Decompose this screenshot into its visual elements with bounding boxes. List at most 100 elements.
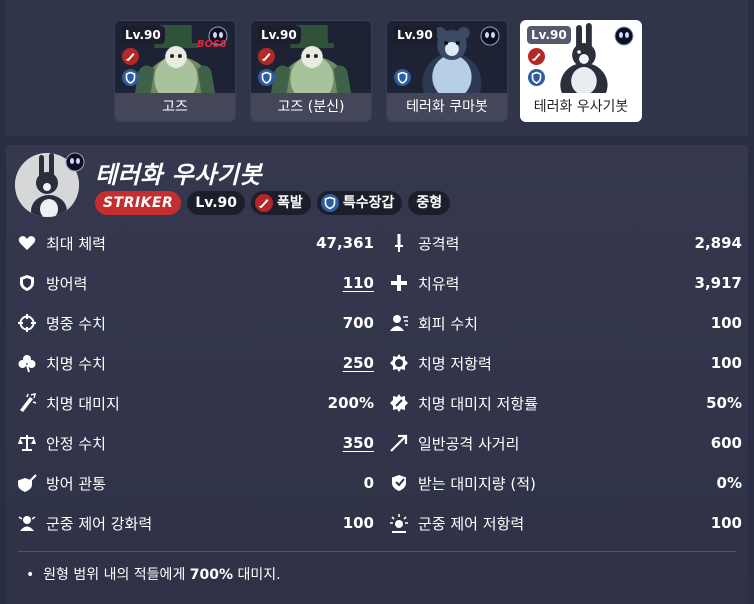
stat-defense: 방어력 110: [16, 271, 374, 295]
stat-value[interactable]: 110: [343, 274, 374, 292]
stat-attack-range: 일반공격 사거리 600: [388, 431, 742, 455]
card-name: 고즈: [115, 93, 235, 121]
explosive-attack-icon: [528, 48, 545, 65]
stat-evasion: 회피 수치 100: [388, 311, 742, 335]
explosive-attack-icon: [122, 48, 139, 65]
plus-icon: [388, 272, 410, 294]
enemy-card-usagibot[interactable]: Lv.90 테러화 우사기봇: [520, 20, 642, 122]
stat-label: 치명 저항력: [418, 354, 492, 373]
special-armor-icon: [320, 194, 339, 212]
stat-stability: 안정 수치 350: [16, 431, 374, 455]
crosshair-icon: [16, 312, 38, 334]
attack-type-label: 폭발: [277, 195, 303, 211]
attack-type-badge: 폭발: [251, 191, 311, 215]
stat-label: 최대 체력: [46, 234, 106, 253]
stat-value: 100: [710, 314, 742, 332]
stat-label: 방어력: [46, 274, 88, 293]
stat-cc-power: 군중 제어 강화력 100: [16, 511, 374, 535]
scales-icon: [16, 432, 38, 454]
stat-label: 일반공격 사거리: [418, 434, 520, 453]
description-highlight: 700%: [189, 567, 234, 583]
terror-emblem-icon: [480, 26, 500, 46]
stat-value: 600: [710, 434, 742, 452]
special-armor-icon: [258, 69, 275, 86]
stat-crit-resist: 치명 저항력 100: [388, 351, 742, 375]
card-level-badge: Lv.90: [257, 26, 301, 44]
stat-value: 100: [710, 514, 742, 532]
explosive-attack-icon: [258, 48, 275, 65]
stat-label: 치명 대미지: [46, 394, 120, 413]
stat-label: 군중 제어 저항력: [418, 514, 525, 533]
stat-cc-resist: 군중 제어 저항력 100: [388, 511, 742, 535]
enemy-card-goz-clone[interactable]: Lv.90 고즈 (분신): [250, 20, 372, 122]
stat-damage-taken: 받는 대미지량 (적) 0%: [388, 471, 742, 495]
stat-label: 치명 수치: [46, 354, 106, 373]
stat-max-hp: 최대 체력 47,361: [16, 231, 374, 255]
description-suffix: 대미지.: [233, 567, 281, 583]
stat-label: 받는 대미지량 (적): [418, 474, 536, 493]
stat-crit-damage-resist: 치명 대미지 저항률 50%: [388, 391, 742, 415]
stat-label: 명중 수치: [46, 314, 106, 333]
role-badge: STRIKER: [95, 191, 182, 215]
dodge-icon: [388, 312, 410, 334]
critical-damage-icon: [16, 392, 38, 414]
clover-icon: [16, 352, 38, 374]
stat-value[interactable]: 250: [343, 354, 374, 372]
explosive-attack-icon: [255, 194, 274, 212]
enemy-card-goz[interactable]: Lv.90 BOSS 고즈: [114, 20, 236, 122]
stat-armor-pierce: 방어 관통 0: [16, 471, 374, 495]
stat-label: 치명 대미지 저항률: [418, 394, 538, 413]
character-tags: STRIKER Lv.90 폭발 특수장갑 중형: [95, 191, 451, 215]
enemy-card-kumabot[interactable]: Lv.90 테러화 쿠마봇: [386, 20, 508, 122]
bullet: •: [26, 567, 44, 583]
armor-pierce-icon: [16, 472, 38, 494]
stat-label: 안정 수치: [46, 434, 106, 453]
damage-taken-icon: [388, 472, 410, 494]
stat-value: 47,361: [316, 234, 374, 252]
crit-resist-icon: [388, 352, 410, 374]
cc-resist-icon: [388, 512, 410, 534]
stat-label: 회피 수치: [418, 314, 478, 333]
stat-value: 100: [342, 514, 374, 532]
stat-label: 공격력: [418, 234, 460, 253]
size-badge: 중형: [408, 191, 451, 215]
boss-badge: BOSS: [196, 39, 227, 50]
card-level-badge: Lv.90: [393, 26, 437, 44]
enemy-detail-panel: 테러화 우사기봇 STRIKER Lv.90 폭발 특수장갑 중형 최대 체력 …: [6, 145, 748, 604]
stat-value[interactable]: 350: [343, 434, 374, 452]
stat-label: 치유력: [418, 274, 460, 293]
terror-emblem-icon: [65, 152, 85, 172]
stat-accuracy: 명중 수치 700: [16, 311, 374, 335]
card-name: 고즈 (분신): [251, 93, 371, 121]
enemy-selector: Lv.90 BOSS 고즈 Lv.90 고즈 (분신) Lv.90 테러화 쿠마…: [6, 0, 748, 136]
level-badge: Lv.90: [187, 191, 246, 215]
stat-value: 50%: [706, 394, 742, 412]
stat-crit-damage: 치명 대미지 200%: [16, 391, 374, 415]
stat-value: 2,894: [694, 234, 742, 252]
cc-power-icon: [16, 512, 38, 534]
skill-description: • 원형 범위 내의 적들에게 700% 대미지.: [26, 564, 281, 584]
divider: [18, 551, 736, 552]
shield-icon: [16, 272, 38, 294]
special-armor-icon: [394, 69, 411, 86]
armor-type-label: 특수장갑: [342, 195, 395, 211]
heart-icon: [16, 232, 38, 254]
special-armor-icon: [528, 69, 545, 86]
armor-type-badge: 특수장갑: [316, 191, 403, 215]
stat-healing: 치유력 3,917: [388, 271, 742, 295]
special-armor-icon: [122, 69, 139, 86]
stat-attack: 공격력 2,894: [388, 231, 742, 255]
crit-damage-resist-icon: [388, 392, 410, 414]
range-arrow-icon: [388, 432, 410, 454]
description-prefix: 원형 범위 내의 적들에게: [43, 567, 190, 583]
sword-icon: [388, 232, 410, 254]
stat-label: 방어 관통: [46, 474, 106, 493]
stat-value: 0%: [716, 474, 742, 492]
stat-value: 200%: [327, 394, 374, 412]
card-name: 테러화 쿠마봇: [387, 93, 507, 121]
stat-crit-rate: 치명 수치 250: [16, 351, 374, 375]
card-level-badge: Lv.90: [121, 26, 165, 44]
card-level-badge: Lv.90: [527, 26, 571, 44]
stat-value: 3,917: [694, 274, 742, 292]
terror-emblem-icon: [614, 26, 634, 46]
